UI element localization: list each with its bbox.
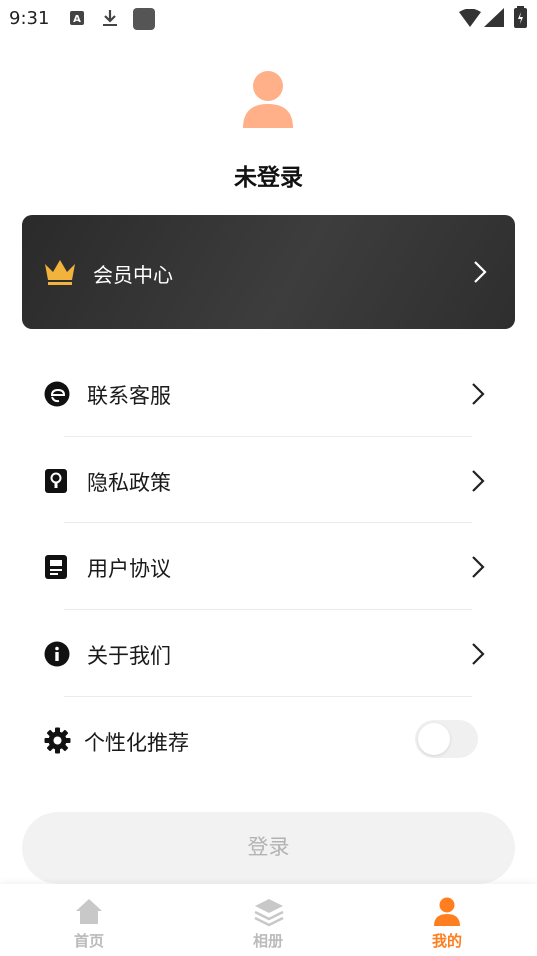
- privacy-icon: [45, 469, 67, 493]
- personalized-recommendation-toggle[interactable]: [415, 720, 478, 758]
- chevron-right-icon: [472, 470, 485, 492]
- toggle-knob: [418, 723, 450, 755]
- user-agreement-icon: [45, 555, 67, 579]
- login-button-label: 登录: [247, 836, 290, 859]
- login-status[interactable]: 未登录: [0, 158, 537, 192]
- profile-icon: [434, 897, 460, 926]
- menu-item-label: 联系客服: [87, 384, 171, 408]
- status-bar: 9:31 A: [0, 0, 537, 36]
- wifi-icon: [459, 9, 481, 27]
- menu-item-label: 个性化推荐: [84, 731, 189, 755]
- vip-center-card[interactable]: 会员中心: [22, 215, 515, 329]
- menu-item-customer-service[interactable]: 联系客服: [0, 350, 537, 437]
- customer-service-icon: [44, 381, 70, 407]
- svg-text:A: A: [73, 14, 81, 25]
- app-square-icon: [133, 8, 155, 30]
- chevron-right-icon: [472, 556, 485, 578]
- bottom-nav: 首页 相册 我的: [0, 884, 537, 956]
- home-icon: [76, 899, 102, 924]
- info-icon: [44, 641, 70, 667]
- chevron-right-icon: [472, 643, 485, 665]
- chevron-right-icon: [474, 261, 487, 283]
- login-button[interactable]: 登录: [22, 812, 515, 884]
- tab-home-label: 首页: [73, 932, 104, 950]
- chevron-right-icon: [472, 383, 485, 405]
- layers-icon: [254, 899, 284, 927]
- signal-icon: [484, 8, 504, 27]
- menu-item-about-us[interactable]: 关于我们: [0, 610, 537, 697]
- gear-icon: [44, 727, 71, 754]
- tab-mine-label: 我的: [431, 932, 462, 950]
- menu-item-privacy-policy[interactable]: 隐私政策: [0, 437, 537, 524]
- status-time: 9:31: [9, 8, 50, 29]
- menu-item-label: 用户协议: [87, 557, 171, 581]
- menu-item-user-agreement[interactable]: 用户协议: [0, 523, 537, 610]
- menu-item-label: 关于我们: [87, 644, 171, 668]
- menu-item-label: 隐私政策: [87, 471, 171, 495]
- battery-icon: [514, 6, 527, 28]
- keyboard-a-icon: A: [70, 11, 84, 25]
- vip-center-label: 会员中心: [93, 263, 173, 287]
- user-avatar-icon[interactable]: [239, 70, 297, 130]
- tab-mine[interactable]: 我的: [387, 884, 507, 956]
- tab-home[interactable]: 首页: [29, 884, 149, 956]
- download-icon: [103, 10, 117, 26]
- crown-icon: [45, 260, 75, 285]
- tab-album-label: 相册: [252, 932, 283, 950]
- tab-album[interactable]: 相册: [208, 884, 328, 956]
